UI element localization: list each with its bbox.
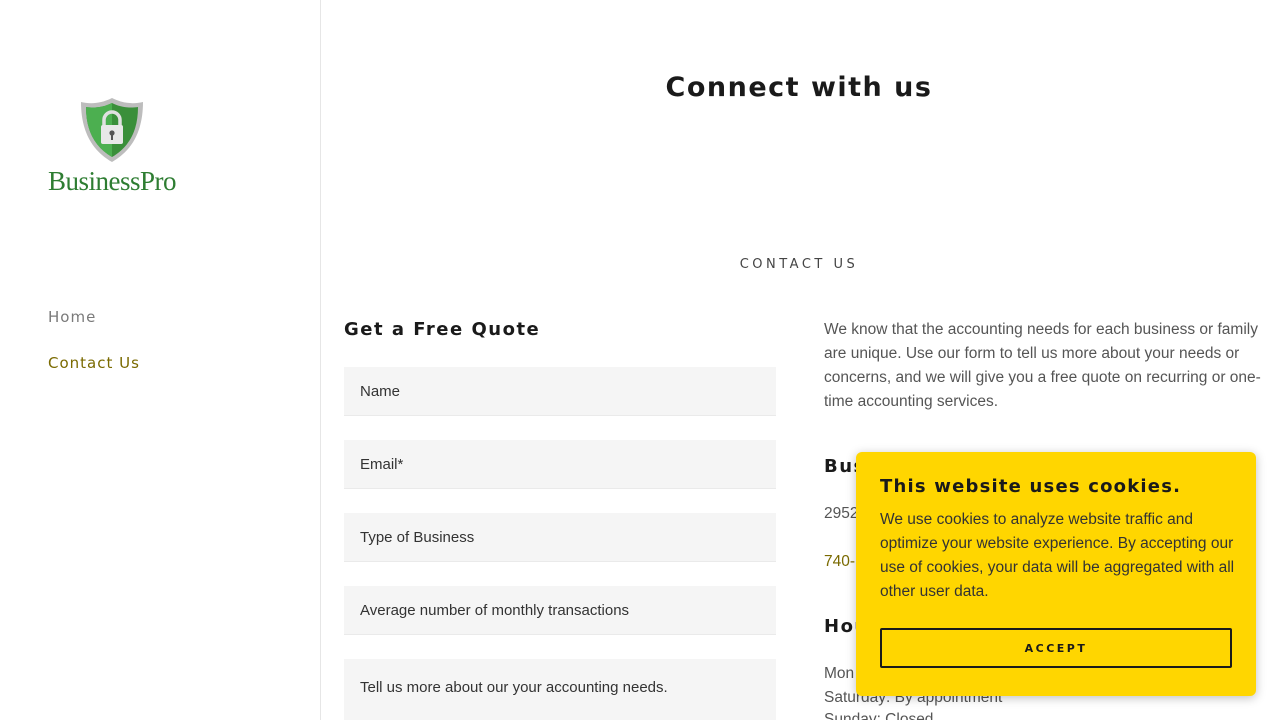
address-text: 2952 xyxy=(824,505,859,522)
padlock-shield-icon xyxy=(81,98,143,162)
nav-item-home[interactable]: Home xyxy=(48,308,140,328)
brand-name: BusinessPro xyxy=(48,166,177,196)
brand-logo[interactable]: BusinessPro xyxy=(46,94,186,204)
cookie-text: We use cookies to analyze website traffi… xyxy=(880,511,1235,600)
page-title: Connect with us xyxy=(665,72,933,103)
name-field[interactable] xyxy=(344,367,776,416)
hours-weekday: Mon xyxy=(824,665,855,682)
email-field[interactable] xyxy=(344,440,776,489)
intro-text: We know that the accounting needs for ea… xyxy=(824,321,1261,410)
accept-cookies-button[interactable]: ACCEPT xyxy=(880,628,1232,668)
sidebar: BusinessPro Home Contact Us xyxy=(0,0,321,720)
phone-link[interactable]: 740- xyxy=(824,550,855,574)
cookie-title: This website uses cookies. xyxy=(880,476,1182,497)
section-label: CONTACT US xyxy=(739,257,859,272)
monthly-transactions-field[interactable] xyxy=(344,586,776,635)
hours-sunday: Sunday: Closed xyxy=(824,711,934,720)
accounting-needs-textarea[interactable] xyxy=(344,659,776,720)
business-type-field[interactable] xyxy=(344,513,776,562)
nav-item-contact-us[interactable]: Contact Us xyxy=(48,354,140,374)
form-title: Get a Free Quote xyxy=(344,319,541,340)
cookie-banner: This website uses cookies. We use cookie… xyxy=(856,452,1256,696)
main-nav: Home Contact Us xyxy=(48,308,140,400)
